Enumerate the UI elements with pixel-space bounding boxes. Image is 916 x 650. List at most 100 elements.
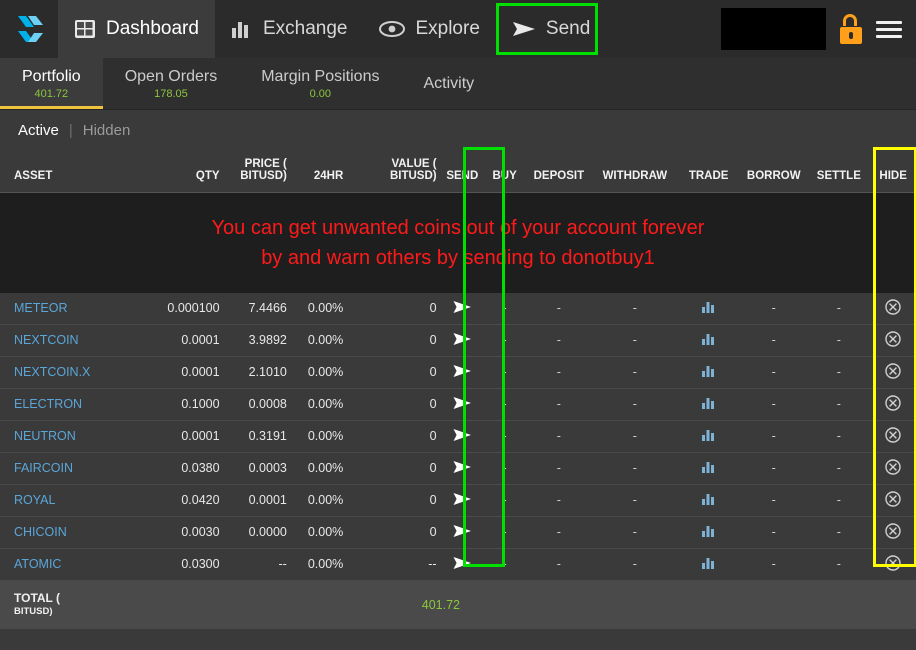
- row-hide-button[interactable]: [870, 452, 916, 485]
- cell-asset[interactable]: ATOMIC: [0, 548, 118, 581]
- tab-portfolio-value: 401.72: [34, 87, 69, 100]
- account-name-box[interactable]: [721, 8, 826, 50]
- tab-open-orders[interactable]: Open Orders 178.05: [103, 58, 239, 109]
- total-label-line2: BITUSD): [14, 605, 53, 617]
- row-trade-button[interactable]: [677, 484, 741, 517]
- table-row[interactable]: ELECTRON 0.1000 0.0008 0.00% 0- - - - -: [0, 388, 916, 421]
- row-trade-button[interactable]: [677, 388, 741, 421]
- column-header-withdraw[interactable]: WITHDRAW: [592, 150, 678, 193]
- row-settle-cell: -: [807, 484, 871, 517]
- cell-qty: 0.0001: [117, 420, 224, 453]
- nav-item-dashboard[interactable]: Dashboard: [58, 0, 215, 58]
- column-header-24hr[interactable]: 24HR: [290, 150, 348, 193]
- cell-asset[interactable]: NEXTCOIN: [0, 324, 118, 357]
- row-trade-button[interactable]: [677, 548, 741, 581]
- row-hide-button[interactable]: [870, 356, 916, 389]
- row-borrow-cell: -: [740, 484, 808, 517]
- row-send-button[interactable]: [440, 356, 484, 389]
- row-send-button[interactable]: [440, 292, 484, 325]
- column-header-price-line2: BITUSD): [240, 170, 287, 182]
- table-row[interactable]: NEUTRON 0.0001 0.3191 0.00% 0- - - - -: [0, 420, 916, 453]
- table-row[interactable]: METEOR 0.000100 7.4466 0.00% 0- - - - -: [0, 292, 916, 325]
- tab-margin-positions[interactable]: Margin Positions 0.00: [239, 58, 401, 109]
- row-buy-cell: -: [484, 548, 526, 581]
- row-send-button[interactable]: [440, 548, 484, 581]
- app-logo[interactable]: [0, 0, 58, 58]
- tab-portfolio[interactable]: Portfolio 401.72: [0, 58, 103, 109]
- cell-price: 7.4466: [223, 292, 291, 325]
- cell-value: 0: [347, 452, 441, 485]
- row-trade-button[interactable]: [677, 452, 741, 485]
- row-trade-button[interactable]: [677, 292, 741, 325]
- row-trade-button[interactable]: [677, 420, 741, 453]
- column-header-price[interactable]: PRICE ( BITUSD): [223, 150, 291, 193]
- row-settle-cell: -: [807, 356, 871, 389]
- row-trade-button[interactable]: [677, 356, 741, 389]
- cell-qty: 0.1000: [117, 388, 224, 421]
- column-header-hide[interactable]: HIDE: [870, 150, 916, 193]
- column-header-trade[interactable]: TRADE: [677, 150, 741, 193]
- row-send-button[interactable]: [440, 324, 484, 357]
- table-row[interactable]: ROYAL 0.0420 0.0001 0.00% 0- - - - -: [0, 484, 916, 517]
- table-header-row: ASSET QTY PRICE ( BITUSD) 24HR VALUE ( B…: [0, 150, 916, 193]
- column-header-borrow[interactable]: BORROW: [740, 150, 808, 193]
- table-row[interactable]: ATOMIC 0.0300 -- 0.00% -- - - - - -: [0, 548, 916, 581]
- subtab-hidden[interactable]: Hidden: [83, 122, 131, 139]
- row-hide-button[interactable]: [870, 292, 916, 325]
- hamburger-menu-icon[interactable]: [876, 20, 902, 38]
- row-borrow-cell: -: [740, 324, 808, 357]
- tab-activity[interactable]: Activity: [401, 58, 496, 109]
- column-header-settle[interactable]: SETTLE: [807, 150, 871, 193]
- cell-qty: 0.0030: [117, 516, 224, 549]
- cell-24hr: 0.00%: [290, 516, 348, 549]
- row-trade-button[interactable]: [677, 516, 741, 549]
- table-row[interactable]: NEXTCOIN.X 0.0001 2.1010 0.00% 0- - - - -: [0, 356, 916, 389]
- nav-item-explore[interactable]: Explore: [363, 0, 495, 58]
- column-header-qty[interactable]: QTY: [117, 150, 224, 193]
- cell-asset[interactable]: FAIRCOIN: [0, 452, 118, 485]
- unlocked-padlock-icon[interactable]: [840, 14, 862, 44]
- row-send-button[interactable]: [440, 388, 484, 421]
- row-deposit-cell: -: [525, 388, 593, 421]
- row-send-button[interactable]: [440, 420, 484, 453]
- table-row[interactable]: NEXTCOIN 0.0001 3.9892 0.00% 0- - - - -: [0, 324, 916, 357]
- row-send-button[interactable]: [440, 452, 484, 485]
- warning-banner-line1: You can get unwanted coins out of your a…: [211, 216, 705, 239]
- nav-item-send[interactable]: Send: [496, 0, 606, 58]
- cell-asset[interactable]: ROYAL: [0, 484, 118, 517]
- cell-asset[interactable]: NEUTRON: [0, 420, 118, 453]
- row-borrow-cell: -: [740, 452, 808, 485]
- cell-24hr: 0.00%: [290, 324, 348, 357]
- cell-value: 0: [347, 292, 441, 325]
- row-trade-button[interactable]: [677, 324, 741, 357]
- row-hide-button[interactable]: [870, 324, 916, 357]
- column-header-buy[interactable]: BUY: [484, 150, 526, 193]
- column-header-deposit[interactable]: DEPOSIT: [525, 150, 593, 193]
- row-deposit-cell: -: [525, 484, 593, 517]
- cell-asset[interactable]: METEOR: [0, 292, 118, 325]
- cell-price: 0.3191: [223, 420, 291, 453]
- cell-asset[interactable]: CHICOIN: [0, 516, 118, 549]
- row-hide-button[interactable]: [870, 548, 916, 581]
- row-send-button[interactable]: [440, 484, 484, 517]
- portfolio-table-head: ASSET QTY PRICE ( BITUSD) 24HR VALUE ( B…: [0, 150, 916, 193]
- nav-item-exchange[interactable]: Exchange: [215, 0, 364, 58]
- column-header-send[interactable]: SEND: [440, 150, 484, 193]
- cell-asset[interactable]: NEXTCOIN.X: [0, 356, 118, 389]
- cell-asset[interactable]: ELECTRON: [0, 388, 118, 421]
- row-buy-cell: -: [484, 484, 526, 517]
- table-row[interactable]: FAIRCOIN 0.0380 0.0003 0.00% 0- - - - -: [0, 452, 916, 485]
- row-hide-button[interactable]: [870, 516, 916, 549]
- row-hide-button[interactable]: [870, 420, 916, 453]
- column-header-asset[interactable]: ASSET: [0, 150, 118, 193]
- row-buy-cell: -: [484, 324, 526, 357]
- row-hide-button[interactable]: [870, 484, 916, 517]
- row-send-button[interactable]: [440, 516, 484, 549]
- table-row[interactable]: CHICOIN 0.0030 0.0000 0.00% 0- - - - -: [0, 516, 916, 549]
- cell-qty: 0.0380: [117, 452, 224, 485]
- row-hide-button[interactable]: [870, 388, 916, 421]
- subtab-active[interactable]: Active: [18, 122, 59, 139]
- column-header-value[interactable]: VALUE ( BITUSD): [347, 150, 441, 193]
- row-buy-cell: -: [484, 356, 526, 389]
- cell-qty: 0.0300: [117, 548, 224, 581]
